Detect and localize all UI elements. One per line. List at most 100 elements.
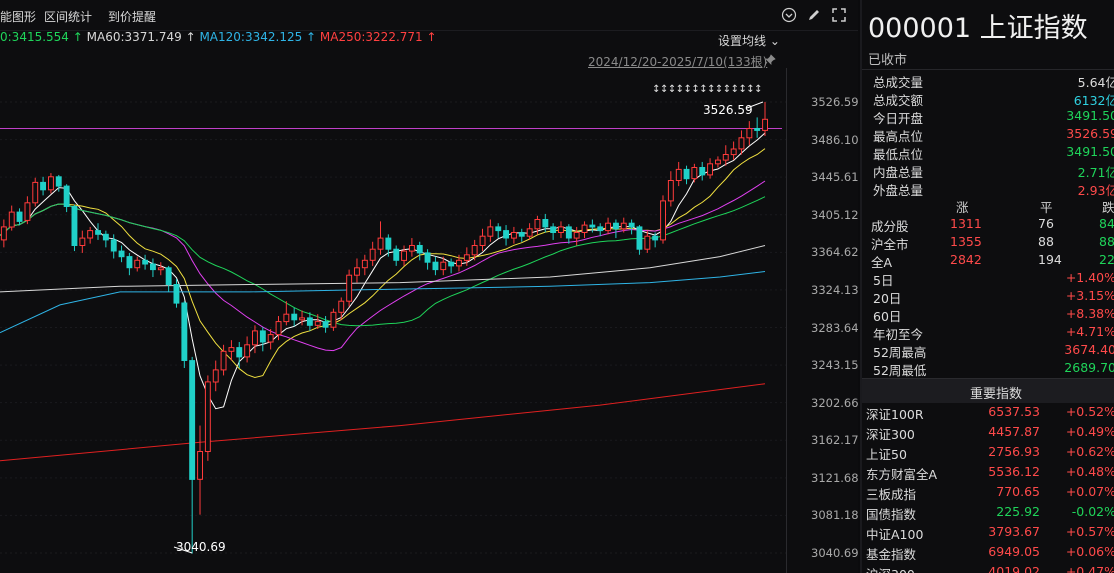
circle-chevron-down-icon[interactable]: [781, 7, 797, 23]
index-row[interactable]: 基金指数 6949.05 +0.06%: [862, 544, 1114, 564]
candle-body: [173, 284, 180, 304]
divider: [862, 69, 1114, 70]
candle-body: [628, 222, 635, 228]
stat-row: 总成交量 5.64亿: [862, 72, 1114, 90]
index-row[interactable]: 上证50 2756.93 +0.62%: [862, 444, 1114, 464]
fullscreen-icon[interactable]: [831, 7, 847, 23]
perf-row: 20日 +3.15%: [862, 288, 1114, 306]
y-tick-label: 3121.68: [811, 470, 859, 485]
candle-body: [495, 226, 502, 232]
index-price: 225.92: [996, 504, 1040, 519]
candle-body: [275, 321, 282, 336]
ma20-line: [0, 180, 766, 352]
perf-label: 20日: [873, 291, 902, 306]
price-axis: 3526.59 3486.10 3445.61 3405.12 3364.62 3324.…: [786, 68, 859, 573]
index-name: 上证50: [866, 447, 907, 462]
index-row[interactable]: 中证A100 3793.67 +0.57%: [862, 524, 1114, 544]
candle-body: [236, 347, 243, 358]
up-count: 2842: [950, 252, 982, 267]
y-tick-label: 3526.59: [811, 95, 859, 109]
candle-body: [181, 302, 188, 361]
ma30-line: [0, 196, 766, 327]
candle-body: [393, 248, 400, 261]
candle-body: [409, 245, 415, 252]
pin-icon[interactable]: [764, 54, 776, 66]
candle-body: [589, 224, 596, 228]
index-row[interactable]: 国债指数 225.92 -0.02%: [862, 504, 1114, 524]
y-tick-label: 3364.62: [811, 245, 859, 260]
index-name: 沪深300: [866, 564, 915, 573]
breadth-row[interactable]: 全A 2842 194 226: [862, 252, 1114, 270]
index-change: +0.57%: [1065, 524, 1114, 539]
candle-body: [252, 330, 258, 346]
perf-label: 52周最高: [873, 345, 927, 360]
index-change: +0.48%: [1065, 464, 1114, 479]
ma-settings-button[interactable]: 设置均线 ⌄: [718, 32, 780, 49]
breadth-name: 成分股: [871, 219, 909, 234]
candle-body: [440, 261, 447, 271]
candle-body: [581, 224, 588, 234]
candle-body: [102, 233, 109, 241]
stat-row: 内盘总量 2.71亿: [862, 162, 1114, 180]
candle-body: [79, 237, 86, 247]
candle-body: [424, 252, 431, 263]
index-price: 3793.67: [988, 524, 1040, 539]
candle-body: [573, 232, 580, 239]
index-row[interactable]: 沪深300 4019.02 +0.47%: [862, 564, 1114, 573]
chart-panel[interactable]: 能图形 区间统计 到价提醒 0:3415.554 ↑ MA60:3371.749…: [0, 0, 859, 573]
down-count: 84: [1099, 216, 1114, 231]
index-change: -0.02%: [1071, 504, 1114, 519]
index-row[interactable]: 东方财富全A 5536.12 +0.48%: [862, 464, 1114, 484]
index-row[interactable]: 深证300 4457.87 +0.49%: [862, 424, 1114, 444]
breadth-row[interactable]: 成分股 1311 76 84: [862, 216, 1114, 234]
candle-body: [63, 185, 70, 207]
range-stats-tab[interactable]: 区间统计: [44, 8, 92, 25]
candle-body: [8, 211, 15, 228]
stat-value: 3526.59: [1066, 126, 1114, 141]
breadth-name: 全A: [871, 255, 893, 270]
index-row[interactable]: 深证100R 6537.53 +0.52%: [862, 404, 1114, 424]
candle-body: [644, 235, 651, 250]
index-price: 2756.93: [988, 444, 1040, 459]
candle-body: [346, 274, 353, 302]
kline-chart[interactable]: ↕ ↕ ↕ ↕ ↕ ↕ ↕ ↕ ↕ ↕ ↕ ↕ ↕ ↕3526.593040.69: [0, 68, 786, 573]
y-tick-label: 3405.12: [811, 207, 859, 222]
index-change: +0.62%: [1065, 444, 1114, 459]
stat-row: 最低点位 3491.50: [862, 144, 1114, 162]
candle-body: [730, 148, 737, 156]
candle-body: [150, 263, 156, 271]
flat-count: 194: [1038, 252, 1062, 267]
candle-body: [134, 259, 141, 269]
candle-body: [228, 347, 235, 352]
candle-body: [126, 256, 133, 269]
candle-body: [456, 259, 462, 267]
perf-row: 60日 +8.38%: [862, 306, 1114, 324]
smart-drawing-tab[interactable]: 能图形: [0, 8, 36, 25]
price-alert-tab[interactable]: 到价提醒: [108, 8, 156, 25]
candle-body: [479, 235, 486, 246]
candle-body: [699, 167, 706, 176]
quote-info-panel: 000001 上证指数 已收市 总成交量 5.64亿 总成交额 6132亿 今日开盘 34…: [860, 0, 1114, 573]
candle-body: [722, 154, 729, 161]
candle-body: [385, 237, 392, 250]
index-name: 深证100R: [866, 407, 924, 422]
pencil-icon[interactable]: [806, 7, 822, 23]
index-row[interactable]: 三板成指 770.65 +0.07%: [862, 484, 1114, 504]
candle-body: [165, 267, 172, 286]
breadth-row[interactable]: 沪全市 1355 88 88: [862, 234, 1114, 252]
candle-body: [369, 248, 376, 261]
candle-body: [667, 180, 674, 202]
candle-body: [503, 230, 510, 239]
low-annotation: 3040.69: [176, 540, 226, 554]
perf-row: 年初至今 +4.71%: [862, 324, 1114, 342]
ma-legend-item: 0:3415.554 ↑: [0, 30, 87, 44]
candle-body: [338, 300, 345, 313]
perf-label: 5日: [873, 273, 894, 288]
candle-body: [220, 350, 227, 371]
candle-body: [762, 118, 768, 131]
y-tick-label: 3445.61: [811, 170, 859, 185]
candle-body: [660, 200, 666, 241]
index-change: +0.49%: [1065, 424, 1114, 439]
stat-value: 2.71亿: [1077, 165, 1114, 180]
perf-row: 52周最低 2689.70: [862, 360, 1114, 378]
